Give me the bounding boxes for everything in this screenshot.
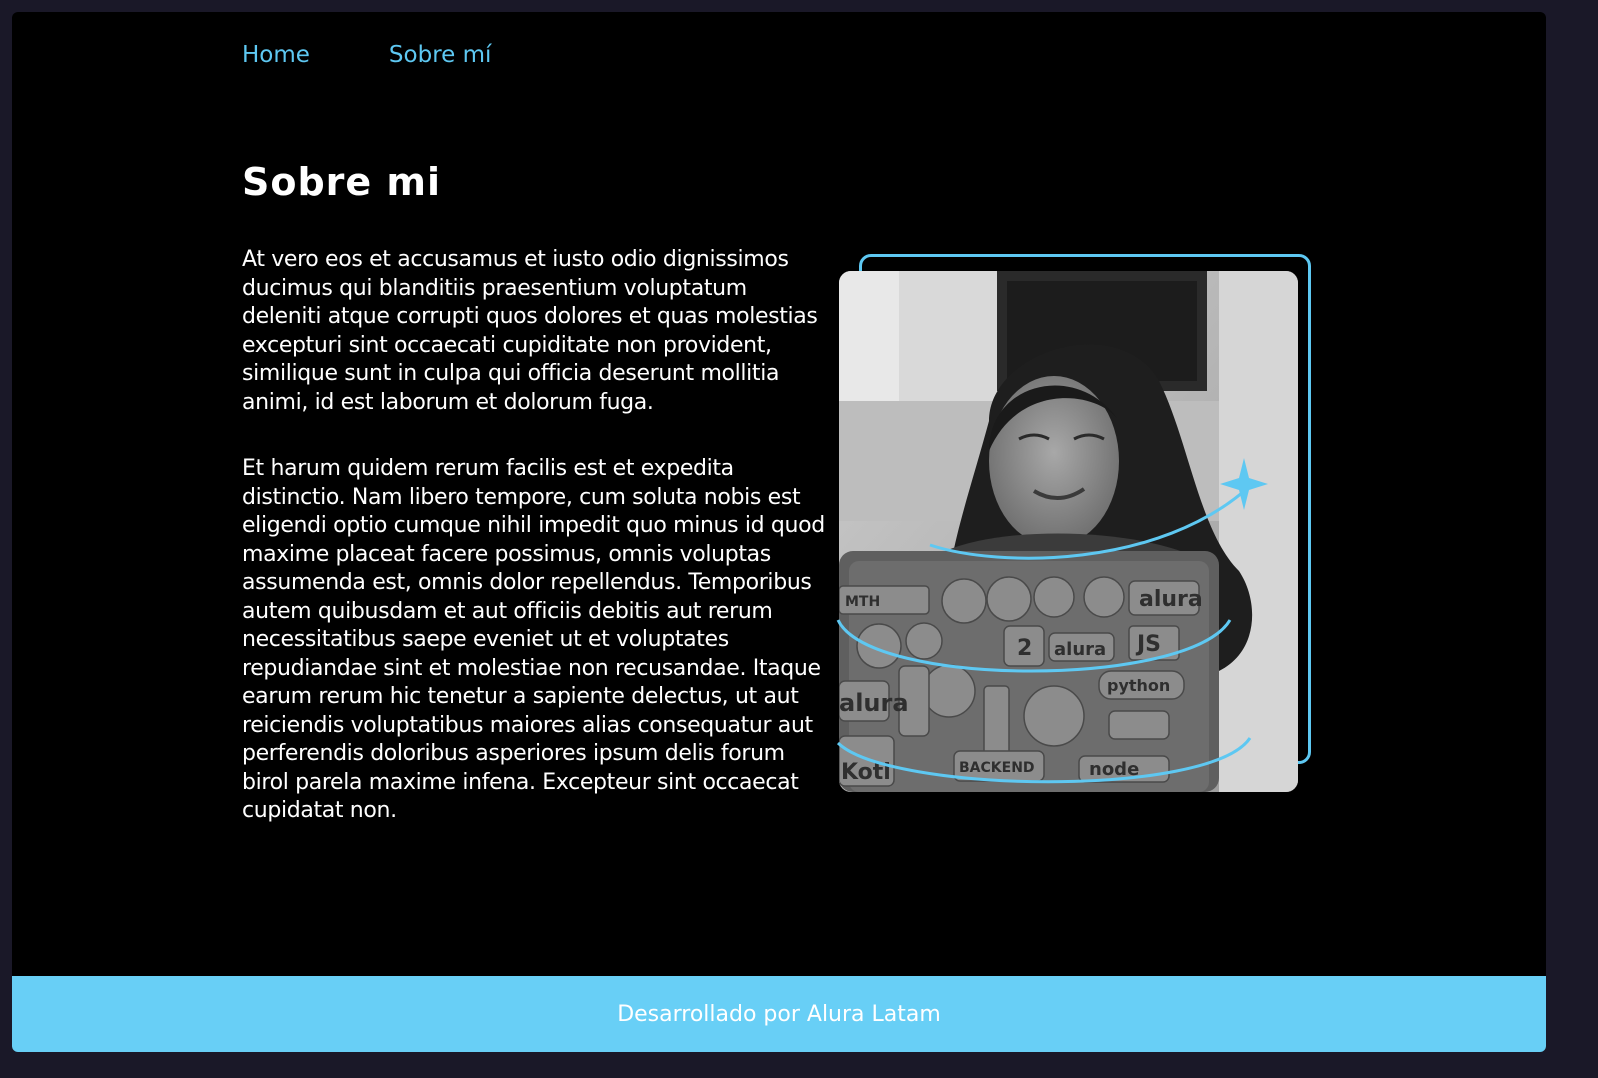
- sticker-text: JS: [1135, 632, 1161, 657]
- nav-link-home[interactable]: Home: [242, 42, 310, 68]
- sticker-text: python: [1107, 676, 1170, 695]
- browser-viewport: Home Sobre mí Sobre mi At vero eos et ac…: [12, 12, 1546, 1052]
- sticker-text: BACKEND: [959, 760, 1035, 776]
- sticker-text: Kotl: [841, 760, 891, 785]
- footer: Desarrollado por Alura Latam: [12, 976, 1546, 1052]
- profile-photo-container: MTH alura alura JS python alura BACKEND …: [830, 248, 1330, 808]
- top-nav: Home Sobre mí: [242, 42, 491, 68]
- about-paragraph-2: Et harum quidem rerum facilis est et exp…: [242, 456, 825, 823]
- sticker-text: alura: [1054, 639, 1106, 660]
- footer-text: Desarrollado por Alura Latam: [617, 1001, 941, 1027]
- sticker-text: 2: [1017, 636, 1032, 661]
- about-paragraph-1: At vero eos et accusamus et iusto odio d…: [242, 247, 818, 415]
- sticker-text: alura: [839, 689, 909, 717]
- nav-link-sobre-mi[interactable]: Sobre mí: [389, 42, 491, 68]
- profile-photo: MTH alura alura JS python alura BACKEND …: [839, 271, 1298, 792]
- sticker-text: node: [1089, 759, 1139, 780]
- page-title: Sobre mi: [242, 160, 442, 204]
- sticker-text: alura: [1139, 587, 1203, 612]
- sticker-text: MTH: [845, 594, 880, 610]
- about-text: At vero eos et accusamus et iusto odio d…: [242, 246, 828, 864]
